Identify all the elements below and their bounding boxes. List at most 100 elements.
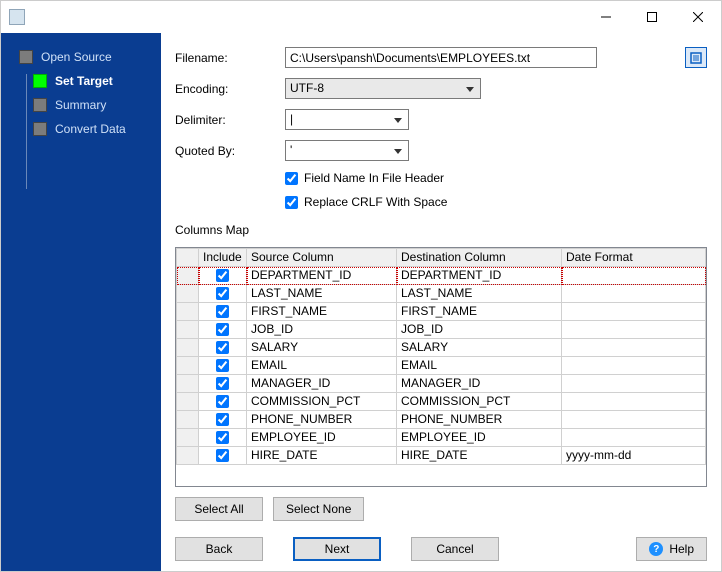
table-row[interactable]: DEPARTMENT_IDDEPARTMENT_ID	[177, 267, 706, 285]
encoding-select[interactable]: UTF-8	[285, 78, 481, 99]
date-format-cell[interactable]	[562, 393, 706, 411]
include-cell[interactable]	[199, 393, 247, 411]
source-cell[interactable]: PHONE_NUMBER	[247, 411, 397, 429]
destination-cell[interactable]: LAST_NAME	[397, 285, 562, 303]
date-format-cell[interactable]: yyyy-mm-dd	[562, 447, 706, 465]
include-cell[interactable]	[199, 285, 247, 303]
source-cell[interactable]: COMMISSION_PCT	[247, 393, 397, 411]
filename-input[interactable]	[285, 47, 597, 68]
browse-button[interactable]	[685, 47, 707, 68]
include-cell[interactable]	[199, 357, 247, 375]
table-row[interactable]: SALARYSALARY	[177, 339, 706, 357]
nav-item-open-source[interactable]: Open Source	[1, 45, 161, 69]
destination-cell[interactable]: MANAGER_ID	[397, 375, 562, 393]
destination-cell[interactable]: DEPARTMENT_ID	[397, 267, 562, 285]
include-checkbox[interactable]	[216, 431, 229, 444]
minimize-button[interactable]	[583, 1, 629, 33]
include-checkbox[interactable]	[216, 359, 229, 372]
date-format-cell[interactable]	[562, 321, 706, 339]
date-format-cell[interactable]	[562, 303, 706, 321]
replace-crlf-checkbox[interactable]	[285, 196, 298, 209]
row-hdr-cell	[177, 267, 199, 285]
date-format-hdr[interactable]: Date Format	[562, 249, 706, 267]
destination-cell[interactable]: SALARY	[397, 339, 562, 357]
row-hdr-cell	[177, 393, 199, 411]
date-format-cell[interactable]	[562, 357, 706, 375]
date-format-cell[interactable]	[562, 267, 706, 285]
include-checkbox[interactable]	[216, 413, 229, 426]
include-checkbox[interactable]	[216, 287, 229, 300]
include-checkbox[interactable]	[216, 323, 229, 336]
table-row[interactable]: LAST_NAMELAST_NAME	[177, 285, 706, 303]
maximize-button[interactable]	[629, 1, 675, 33]
table-row[interactable]: EMPLOYEE_IDEMPLOYEE_ID	[177, 429, 706, 447]
include-checkbox[interactable]	[216, 341, 229, 354]
source-cell[interactable]: LAST_NAME	[247, 285, 397, 303]
titlebar	[1, 1, 721, 33]
include-cell[interactable]	[199, 447, 247, 465]
row-hdr-cell	[177, 429, 199, 447]
include-cell[interactable]	[199, 339, 247, 357]
include-checkbox[interactable]	[216, 305, 229, 318]
source-cell[interactable]: EMPLOYEE_ID	[247, 429, 397, 447]
destination-cell[interactable]: EMPLOYEE_ID	[397, 429, 562, 447]
select-all-button[interactable]: Select All	[175, 497, 263, 521]
nav-label: Summary	[55, 98, 106, 112]
table-row[interactable]: JOB_IDJOB_ID	[177, 321, 706, 339]
table-row[interactable]: FIRST_NAMEFIRST_NAME	[177, 303, 706, 321]
row-hdr-cell	[177, 321, 199, 339]
destination-cell[interactable]: FIRST_NAME	[397, 303, 562, 321]
include-hdr[interactable]: Include	[199, 249, 247, 267]
back-button[interactable]: Back	[175, 537, 263, 561]
date-format-cell[interactable]	[562, 339, 706, 357]
source-cell[interactable]: SALARY	[247, 339, 397, 357]
next-button[interactable]: Next	[293, 537, 381, 561]
quoted-select[interactable]: '	[285, 140, 409, 161]
destination-hdr[interactable]: Destination Column	[397, 249, 562, 267]
destination-cell[interactable]: EMAIL	[397, 357, 562, 375]
table-row[interactable]: MANAGER_IDMANAGER_ID	[177, 375, 706, 393]
destination-cell[interactable]: JOB_ID	[397, 321, 562, 339]
nav-item-convert-data[interactable]: Convert Data	[1, 117, 161, 141]
include-cell[interactable]	[199, 267, 247, 285]
include-cell[interactable]	[199, 375, 247, 393]
sidebar: Open Source Set Target Summary Convert D…	[1, 33, 161, 571]
field-header-checkbox[interactable]	[285, 172, 298, 185]
nav-item-set-target[interactable]: Set Target	[1, 69, 161, 93]
include-cell[interactable]	[199, 303, 247, 321]
main-panel: Filename: Encoding: UTF-8 Delimiter: | Q…	[161, 33, 721, 571]
destination-cell[interactable]: HIRE_DATE	[397, 447, 562, 465]
table-row[interactable]: PHONE_NUMBERPHONE_NUMBER	[177, 411, 706, 429]
source-cell[interactable]: FIRST_NAME	[247, 303, 397, 321]
include-checkbox[interactable]	[216, 395, 229, 408]
close-button[interactable]	[675, 1, 721, 33]
date-format-cell[interactable]	[562, 429, 706, 447]
include-cell[interactable]	[199, 411, 247, 429]
destination-cell[interactable]: PHONE_NUMBER	[397, 411, 562, 429]
table-row[interactable]: HIRE_DATEHIRE_DATEyyyy-mm-dd	[177, 447, 706, 465]
include-cell[interactable]	[199, 429, 247, 447]
source-cell[interactable]: HIRE_DATE	[247, 447, 397, 465]
include-checkbox[interactable]	[216, 377, 229, 390]
source-cell[interactable]: JOB_ID	[247, 321, 397, 339]
nav-label: Open Source	[41, 50, 112, 64]
source-cell[interactable]: MANAGER_ID	[247, 375, 397, 393]
source-cell[interactable]: EMAIL	[247, 357, 397, 375]
include-checkbox[interactable]	[216, 269, 229, 282]
table-row[interactable]: COMMISSION_PCTCOMMISSION_PCT	[177, 393, 706, 411]
source-hdr[interactable]: Source Column	[247, 249, 397, 267]
row-hdr-cell	[177, 375, 199, 393]
select-none-button[interactable]: Select None	[273, 497, 364, 521]
include-checkbox[interactable]	[216, 449, 229, 462]
delimiter-select[interactable]: |	[285, 109, 409, 130]
date-format-cell[interactable]	[562, 411, 706, 429]
destination-cell[interactable]: COMMISSION_PCT	[397, 393, 562, 411]
date-format-cell[interactable]	[562, 285, 706, 303]
help-button[interactable]: ? Help	[636, 537, 707, 561]
source-cell[interactable]: DEPARTMENT_ID	[247, 267, 397, 285]
cancel-button[interactable]: Cancel	[411, 537, 499, 561]
nav-item-summary[interactable]: Summary	[1, 93, 161, 117]
date-format-cell[interactable]	[562, 375, 706, 393]
include-cell[interactable]	[199, 321, 247, 339]
table-row[interactable]: EMAILEMAIL	[177, 357, 706, 375]
